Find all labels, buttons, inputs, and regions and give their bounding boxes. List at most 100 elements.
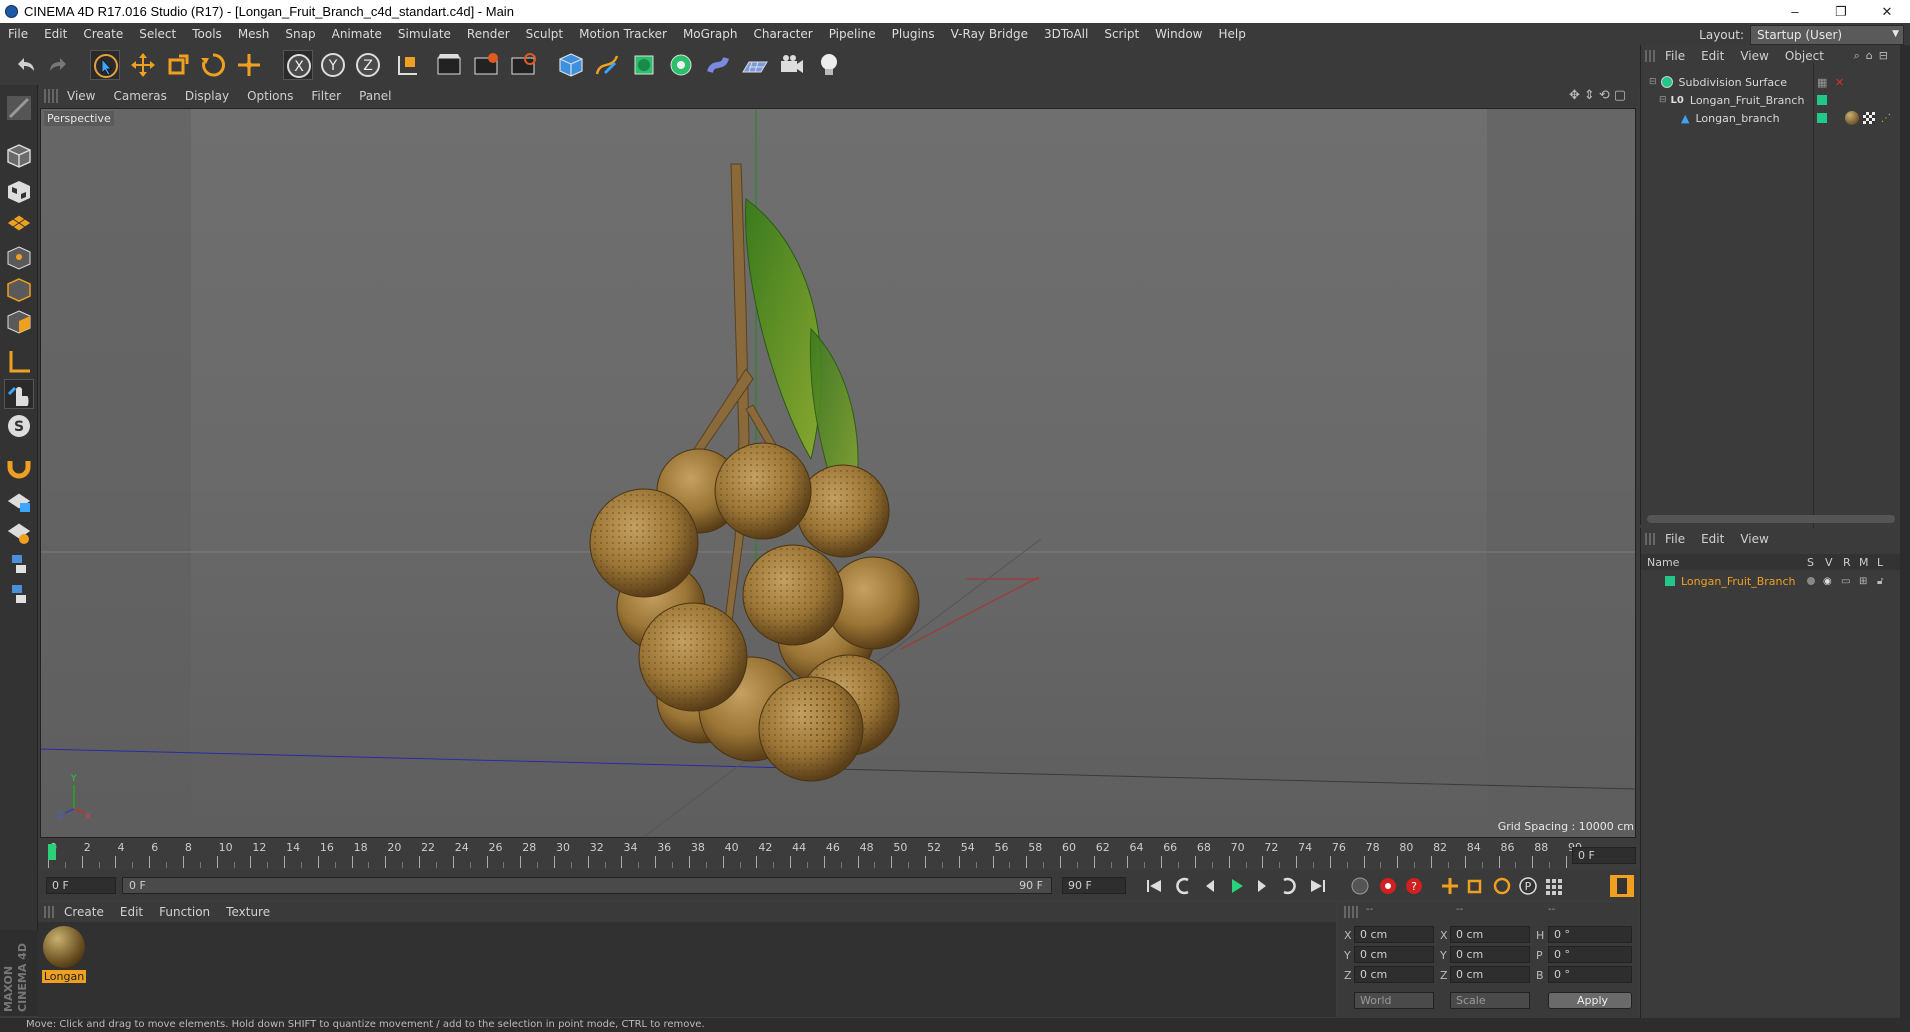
- menu-simulate[interactable]: Simulate: [390, 27, 459, 41]
- right-tab-strip[interactable]: [1900, 45, 1910, 1020]
- magnet-icon[interactable]: [4, 451, 34, 481]
- tree-collapse-icon[interactable]: ⊟: [1649, 77, 1657, 87]
- python-script-icon[interactable]: [4, 549, 34, 579]
- lock-workplane-icon[interactable]: [4, 487, 34, 517]
- layer-row[interactable]: Longan_Fruit_Branch ◉ ▭ ⊞ 🔓︎: [1641, 572, 1901, 590]
- camera-icon[interactable]: [777, 50, 807, 80]
- viewport-nav-icons[interactable]: ✥⇕⟲▢: [1569, 88, 1630, 103]
- record-icon[interactable]: [1348, 875, 1372, 897]
- timeline-playhead[interactable]: [48, 844, 56, 860]
- scale-tool-icon[interactable]: [163, 50, 193, 80]
- coord-pos-z-field[interactable]: 0 cm: [1354, 966, 1434, 983]
- snap-toggle-icon[interactable]: S: [4, 411, 34, 441]
- tweak-mode-icon[interactable]: [4, 379, 34, 409]
- select-arrow-icon[interactable]: [90, 50, 120, 80]
- viewport-menu-cameras[interactable]: Cameras: [104, 89, 175, 103]
- menu-3dtoall[interactable]: 3DToAll: [1036, 27, 1096, 41]
- visibility-tag[interactable]: [1817, 113, 1827, 123]
- go-to-start-icon[interactable]: [1142, 875, 1166, 897]
- menu-mograph[interactable]: MoGraph: [675, 27, 746, 41]
- coord-rot-h-field[interactable]: 0 °: [1548, 926, 1632, 943]
- render-toggle-icon[interactable]: ▭: [1841, 576, 1850, 587]
- menu-edit[interactable]: Edit: [36, 27, 75, 41]
- material-swatch[interactable]: Longan: [42, 926, 86, 986]
- x-axis-lock-icon[interactable]: X: [283, 50, 313, 80]
- coord-space-dropdown[interactable]: World: [1354, 992, 1434, 1009]
- menu-script[interactable]: Script: [1096, 27, 1147, 41]
- workplane-mode-icon[interactable]: [4, 207, 34, 237]
- material-menu-function[interactable]: Function: [151, 905, 218, 919]
- uvw-tag-icon[interactable]: [1863, 112, 1875, 124]
- current-frame-field[interactable]: 0 F: [1572, 847, 1636, 864]
- menu-create[interactable]: Create: [75, 27, 131, 41]
- z-axis-lock-icon[interactable]: Z: [353, 50, 383, 80]
- object-menu-file[interactable]: File: [1657, 49, 1693, 63]
- layer-menu-edit[interactable]: Edit: [1693, 532, 1732, 546]
- menu-animate[interactable]: Animate: [324, 27, 390, 41]
- planar-workplane-icon[interactable]: [4, 517, 34, 547]
- key-rotation-icon[interactable]: [1490, 875, 1514, 897]
- coord-size-x-field[interactable]: 0 cm: [1450, 926, 1530, 943]
- preview-range-slider[interactable]: 0 F 90 F: [122, 877, 1052, 894]
- points-mode-icon[interactable]: [4, 243, 34, 273]
- coord-size-mode-dropdown[interactable]: Scale: [1450, 992, 1530, 1009]
- viewport-menu-view[interactable]: View: [58, 89, 104, 103]
- solo-toggle-icon[interactable]: [1807, 577, 1815, 585]
- viewport-menu-panel[interactable]: Panel: [350, 89, 400, 103]
- light-icon[interactable]: [814, 50, 844, 80]
- render-picture-viewer-icon[interactable]: [471, 50, 501, 80]
- viewport-camera-label[interactable]: Perspective: [44, 111, 114, 126]
- enable-checkbox[interactable]: ▦: [1817, 76, 1827, 89]
- manager-toggle-icon[interactable]: ⊞: [1859, 576, 1867, 587]
- material-menu-create[interactable]: Create: [56, 905, 112, 919]
- key-position-icon[interactable]: [1438, 875, 1462, 897]
- render-settings-icon[interactable]: [508, 50, 538, 80]
- menu-pipeline[interactable]: Pipeline: [821, 27, 884, 41]
- search-icon[interactable]: ⌕⌂⊟: [1854, 49, 1894, 63]
- key-scale-icon[interactable]: [1464, 875, 1488, 897]
- undo-icon[interactable]: [10, 50, 40, 80]
- edges-mode-icon[interactable]: [4, 275, 34, 305]
- deformer-icon[interactable]: [703, 50, 733, 80]
- menu-tools[interactable]: Tools: [184, 27, 230, 41]
- autokey-icon[interactable]: [1376, 875, 1400, 897]
- 3d-viewport[interactable]: Y Z X: [40, 108, 1636, 838]
- menu-mesh[interactable]: Mesh: [230, 27, 278, 41]
- tree-collapse-icon[interactable]: ⊟: [1659, 95, 1667, 105]
- texture-mode-icon[interactable]: [4, 177, 34, 207]
- start-frame-field[interactable]: 0 F: [46, 877, 116, 894]
- menu-window[interactable]: Window: [1147, 27, 1210, 41]
- render-view-icon[interactable]: [434, 50, 464, 80]
- previous-frame-icon[interactable]: [1198, 875, 1222, 897]
- coord-pos-x-field[interactable]: 0 cm: [1354, 926, 1434, 943]
- play-icon[interactable]: [1224, 875, 1248, 897]
- go-to-end-icon[interactable]: [1306, 875, 1330, 897]
- subdivision-surface-icon[interactable]: [629, 50, 659, 80]
- menu-character[interactable]: Character: [745, 27, 820, 41]
- viewport-menu-filter[interactable]: Filter: [302, 89, 350, 103]
- eye-icon[interactable]: ◉: [1823, 576, 1832, 587]
- object-row[interactable]: ⊟ Subdivision Surface ▦ ✕: [1641, 63, 1901, 533]
- timeline-ruler[interactable]: 0246810121416182022242628303234363840424…: [38, 840, 1638, 870]
- viewport-menu-display[interactable]: Display: [176, 89, 238, 103]
- menu-sculpt[interactable]: Sculpt: [518, 27, 571, 41]
- lock-icon[interactable]: 🔓︎: [1877, 576, 1883, 587]
- material-menu-edit[interactable]: Edit: [112, 905, 151, 919]
- coord-size-y-field[interactable]: 0 cm: [1450, 946, 1530, 963]
- y-axis-lock-icon[interactable]: Y: [318, 50, 348, 80]
- python-script-2-icon[interactable]: [4, 579, 34, 609]
- layer-color-swatch[interactable]: [1665, 576, 1675, 586]
- pen-spline-icon[interactable]: [592, 50, 622, 80]
- disabled-cross-icon[interactable]: ✕: [1835, 76, 1844, 89]
- menu-select[interactable]: Select: [131, 27, 184, 41]
- apply-button[interactable]: Apply: [1548, 992, 1632, 1009]
- coordinate-system-icon[interactable]: [393, 50, 423, 80]
- object-menu-object[interactable]: Object: [1777, 49, 1832, 63]
- menu-vray-bridge[interactable]: V-Ray Bridge: [943, 27, 1036, 41]
- timeline-window-icon[interactable]: [1610, 875, 1634, 897]
- restore-button[interactable]: ❐: [1818, 0, 1864, 23]
- menu-render[interactable]: Render: [459, 27, 518, 41]
- close-button[interactable]: ✕: [1864, 0, 1910, 23]
- cloner-icon[interactable]: [666, 50, 696, 80]
- menu-help[interactable]: Help: [1210, 27, 1253, 41]
